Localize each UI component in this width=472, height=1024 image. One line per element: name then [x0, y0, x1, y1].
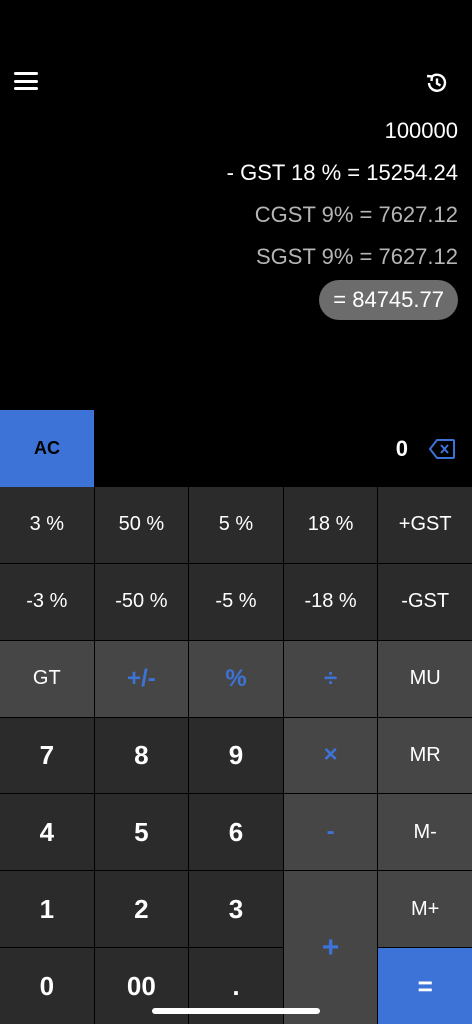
add-button[interactable]: + — [283, 871, 378, 1024]
tape-cgst-line: CGST 9% = 7627.12 — [254, 202, 458, 227]
digit-6-button[interactable]: 6 — [189, 794, 283, 871]
grand-total-button[interactable]: GT — [0, 640, 94, 717]
minus-50-percent-button[interactable]: -50 % — [94, 563, 189, 640]
divide-button[interactable]: ÷ — [283, 640, 378, 717]
add-18-percent-button[interactable]: 18 % — [283, 487, 378, 563]
plus-minus-button[interactable]: +/- — [94, 640, 189, 717]
add-50-percent-button[interactable]: 50 % — [94, 487, 189, 563]
tape-sgst-line: SGST 9% = 7627.12 — [255, 244, 458, 269]
top-bar — [0, 0, 472, 110]
digit-1-button[interactable]: 1 — [0, 871, 94, 948]
markup-button[interactable]: MU — [378, 640, 472, 717]
minus-3-percent-button[interactable]: -3 % — [0, 563, 94, 640]
minus-5-percent-button[interactable]: -5 % — [189, 563, 283, 640]
add-3-percent-button[interactable]: 3 % — [0, 487, 94, 563]
minus-gst-button[interactable]: -GST — [378, 563, 472, 640]
memory-plus-button[interactable]: M+ — [378, 871, 472, 948]
calculation-tape: 100000 - GST 18 % = 15254.24 CGST 9% = 7… — [18, 110, 458, 320]
tape-gst-line: - GST 18 % = 15254.24 — [226, 160, 458, 185]
digit-2-button[interactable]: 2 — [94, 871, 189, 948]
digit-0-button[interactable]: 0 — [0, 948, 94, 1024]
backspace-icon[interactable] — [428, 438, 456, 460]
display-row: AC 0 — [0, 410, 472, 487]
digit-5-button[interactable]: 5 — [94, 794, 189, 871]
digit-9-button[interactable]: 9 — [189, 717, 283, 794]
add-5-percent-button[interactable]: 5 % — [189, 487, 283, 563]
minus-18-percent-button[interactable]: -18 % — [283, 563, 378, 640]
multiply-button[interactable]: × — [283, 717, 378, 794]
keypad: 3 % 50 % 5 % 18 % +GST -3 % -50 % -5 % -… — [0, 487, 472, 1024]
memory-minus-button[interactable]: M- — [378, 794, 472, 871]
history-clock-icon[interactable] — [424, 70, 450, 96]
digit-4-button[interactable]: 4 — [0, 794, 94, 871]
subtract-button[interactable]: - — [283, 794, 378, 871]
hamburger-menu-icon[interactable] — [14, 70, 38, 92]
home-indicator[interactable] — [152, 1008, 320, 1014]
current-value-display: 0 — [395, 436, 408, 461]
memory-recall-button[interactable]: MR — [378, 717, 472, 794]
all-clear-button[interactable]: AC — [0, 410, 94, 487]
percent-button[interactable]: % — [189, 640, 283, 717]
digit-8-button[interactable]: 8 — [94, 717, 189, 794]
digit-7-button[interactable]: 7 — [0, 717, 94, 794]
equals-button[interactable]: = — [378, 948, 472, 1024]
digit-3-button[interactable]: 3 — [189, 871, 283, 948]
tape-input-value: 100000 — [384, 118, 458, 143]
add-gst-button[interactable]: +GST — [378, 487, 472, 563]
tape-result-pill[interactable]: = 84745.77 — [319, 280, 458, 320]
